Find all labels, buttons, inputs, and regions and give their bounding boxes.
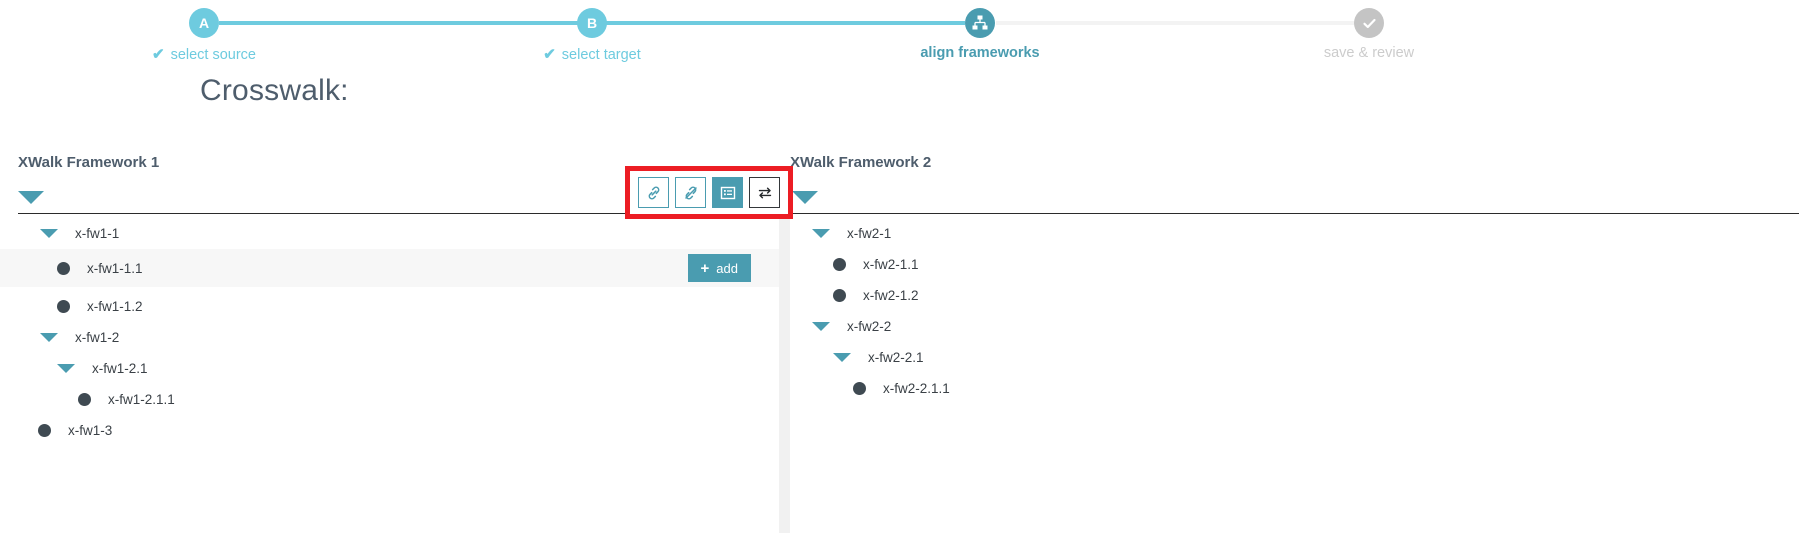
caret-down-icon[interactable] [40,333,58,342]
stepper-label-save-review: save & review [1323,45,1415,61]
tree-node-label: x-fw1-1 [75,226,120,241]
node-dot-icon [833,289,846,302]
toolbar-framework-1 [625,166,793,219]
stepper-step-select-source[interactable]: A ✔ select source [84,0,324,63]
root-collapse-caret-icon[interactable] [792,191,818,204]
swap-icon [757,185,773,201]
tree-node-label: x-fw1-2.1.1 [108,392,175,407]
tree-row[interactable]: x-fw1-2 [0,322,779,353]
check-icon: ✔ [151,46,165,63]
letter-a-icon: A [189,8,219,38]
panel-divider [779,190,790,533]
tree-row[interactable]: x-fw2-2 [790,311,1799,342]
unlink-button[interactable] [675,177,706,208]
node-dot-icon [38,424,51,437]
stepper-label-select-source: ✔ select source [84,45,324,63]
step-label-text: select target [561,47,641,63]
node-dot-icon [853,382,866,395]
swap-button[interactable] [749,177,780,208]
panel-framework-2: XWalk Framework 2 x-fw2-1 x-fw2-1.1 x-fw… [790,140,1799,533]
caret-down-icon[interactable] [40,229,58,238]
link-button[interactable] [638,177,669,208]
tree-node-label: x-fw1-2.1 [92,361,148,376]
stepper-connector-2 [606,21,965,25]
plus-icon: + [700,259,710,277]
tree-node-label: x-fw1-3 [68,423,113,438]
tree-node-label: x-fw2-2.1.1 [883,381,950,396]
link-icon [646,185,662,201]
panel-title-framework-1: XWalk Framework 1 [18,154,160,171]
caret-down-icon[interactable] [57,364,75,373]
caret-down-icon[interactable] [833,353,851,362]
node-dot-icon [833,258,846,271]
tree-node-label: x-fw1-1.2 [87,299,143,314]
caret-down-icon[interactable] [812,229,830,238]
caret-down-icon[interactable] [812,322,830,331]
panel-framework-1: XWalk Framework 1 x-fw1-1 x-fw1-1.1 + ad… [0,140,793,533]
stepper-connector-3 [996,21,1369,25]
step-bullet-text: B [586,15,598,31]
tree-node-label: x-fw1-1.1 [87,260,143,276]
tree-row[interactable]: x-fw1-2.1.1 [0,384,779,415]
stepper-step-save-review[interactable]: save & review [1249,0,1489,61]
add-button-label: add [716,260,738,276]
tree-row[interactable]: x-fw2-1 [790,218,1799,249]
tree-node-label: x-fw2-1 [847,226,892,241]
node-dot-icon [78,393,91,406]
page-title: Crosswalk: [200,74,349,107]
panel-title-framework-2: XWalk Framework 2 [790,154,932,171]
node-dot-icon [57,300,70,313]
progress-stepper: A ✔ select source B ✔ select target align … [0,0,1799,76]
add-button[interactable]: + add [687,254,751,282]
tree-row[interactable]: x-fw2-2.1 [790,342,1799,373]
tree-row[interactable]: x-fw1-3 [0,415,779,446]
tree-row[interactable]: x-fw1-1.2 [0,291,779,322]
check-circle-icon [1354,8,1384,38]
list-icon [720,185,736,201]
tree-row[interactable]: x-fw1-2.1 [0,353,779,384]
tree-row[interactable]: x-fw1-1.1 + add [0,249,779,287]
tree-framework-2: x-fw2-1 x-fw2-1.1 x-fw2-1.2 x-fw2-2 x-fw… [790,218,1799,404]
tree-row[interactable]: x-fw2-1.2 [790,280,1799,311]
tree-node-label: x-fw2-1.1 [863,257,919,272]
stepper-label-select-target: ✔ select target [472,45,712,63]
panel-rule [790,213,1799,214]
stepper-step-align-frameworks[interactable]: align frameworks [860,0,1100,61]
node-dot-icon [57,261,70,275]
list-view-button[interactable] [712,177,743,208]
step-label-text: select source [170,47,256,63]
letter-b-icon: B [577,8,607,38]
tree-node-label: x-fw1-2 [75,330,120,345]
tree-row[interactable]: x-fw2-2.1.1 [790,373,1799,404]
stepper-step-select-target[interactable]: B ✔ select target [472,0,712,63]
stepper-label-align-frameworks: align frameworks [920,45,1040,61]
root-collapse-caret-icon[interactable] [18,191,44,204]
tree-node-label: x-fw2-2.1 [868,350,924,365]
tree-row[interactable]: x-fw2-1.1 [790,249,1799,280]
sitemap-icon [965,8,995,38]
unlink-icon [683,185,699,201]
tree-node-label: x-fw2-2 [847,319,892,334]
stepper-connector-1 [219,21,594,25]
framework-panels: XWalk Framework 1 x-fw1-1 x-fw1-1.1 + ad… [0,140,1799,533]
tree-node-label: x-fw2-1.2 [863,288,919,303]
tree-framework-1: x-fw1-1 x-fw1-1.1 + add x-fw1-1.2 x-fw1-… [0,218,779,446]
step-bullet-text: A [198,15,210,31]
check-icon: ✔ [543,46,556,63]
tree-row[interactable]: x-fw1-1 [0,218,779,249]
